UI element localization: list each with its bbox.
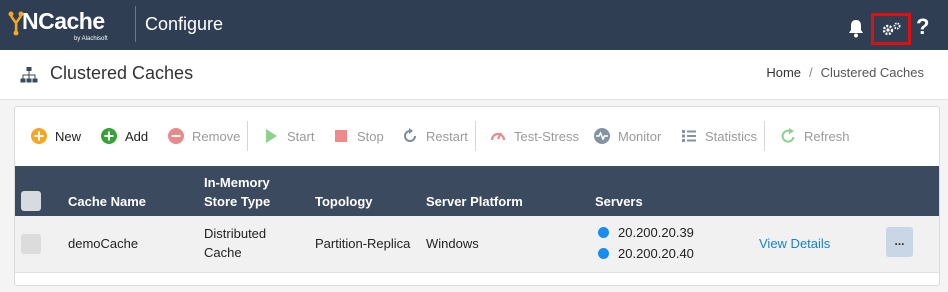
add-circle-icon (101, 128, 117, 144)
table-header: Cache Name In-Memory Store Type Topology… (15, 166, 939, 216)
plus-circle-icon (31, 128, 47, 144)
gauge-icon (490, 132, 506, 141)
stop-button[interactable]: Stop (333, 125, 384, 147)
monitor-button[interactable]: Monitor (594, 125, 661, 147)
start-button[interactable]: Start (263, 125, 314, 147)
play-icon (266, 129, 277, 143)
table-row[interactable]: demoCache Distributed Cache Partition-Re… (15, 216, 939, 273)
app-title: Configure (145, 14, 224, 34)
monitor-label: Monitor (618, 128, 662, 144)
restart-label: Restart (426, 128, 468, 144)
toolbar-separator (764, 121, 765, 151)
select-all-checkbox[interactable] (21, 191, 41, 211)
help-icon[interactable]: ? (916, 14, 929, 40)
column-header-cache-name[interactable]: Cache Name (68, 194, 146, 209)
server-platform-cell: Windows (426, 236, 479, 251)
gears-icon (882, 22, 901, 36)
start-label: Start (287, 128, 315, 144)
toolbar-separator (475, 121, 476, 151)
breadcrumb-separator: / (809, 65, 813, 80)
server-ip: 20.200.20.39 (618, 225, 694, 240)
toolbar: New Add Remove Start Stop Restart Test-S… (15, 107, 939, 165)
test-stress-label: Test-Stress (514, 128, 580, 144)
store-type-cell-line1: Distributed (204, 226, 267, 241)
refresh-button[interactable]: Refresh (780, 125, 850, 147)
ncache-logo[interactable]: NCache by Alachisoft (8, 6, 128, 44)
statistics-label: Statistics (705, 128, 758, 144)
page-title: Clustered Caches (50, 63, 194, 83)
column-header-topology[interactable]: Topology (315, 194, 373, 209)
notification-bell-icon[interactable] (847, 18, 865, 38)
topbar-divider (135, 6, 136, 42)
top-navbar: NCache by Alachisoft Configure ? (0, 0, 948, 50)
cache-name-cell: demoCache (68, 236, 139, 251)
add-label: Add (125, 128, 149, 144)
toolbar-separator (247, 121, 248, 151)
column-header-server-platform[interactable]: Server Platform (426, 194, 523, 209)
logo-subtext: by Alachisoft (74, 36, 108, 42)
column-header-store-type-line1[interactable]: In-Memory (204, 175, 270, 190)
new-label: New (55, 128, 82, 144)
restart-icon (404, 128, 416, 142)
server-ip: 20.200.20.40 (618, 246, 694, 261)
breadcrumb-home[interactable]: Home (766, 65, 801, 80)
test-stress-button[interactable]: Test-Stress (490, 125, 579, 147)
settings-button[interactable] (871, 13, 911, 45)
refresh-label: Refresh (804, 128, 850, 144)
statistics-button[interactable]: Statistics (681, 125, 757, 147)
stop-icon (335, 130, 347, 142)
view-details-link[interactable]: View Details (759, 236, 830, 251)
row-actions-button[interactable]: ... (886, 227, 913, 257)
sitemap-icon (20, 67, 38, 83)
remove-button[interactable]: Remove (168, 125, 240, 147)
column-header-store-type-line2[interactable]: Store Type (204, 194, 270, 209)
breadcrumb-current: Clustered Caches (820, 65, 924, 80)
remove-label: Remove (192, 128, 241, 144)
monitor-pulse-icon (594, 128, 610, 144)
server-status-dot-icon (598, 227, 609, 238)
breadcrumb: Home / Clustered Caches (766, 65, 924, 80)
refresh-icon (781, 128, 795, 143)
stop-label: Stop (357, 128, 384, 144)
minus-circle-icon (168, 128, 184, 144)
clustered-caches-panel: New Add Remove Start Stop Restart Test-S… (14, 106, 940, 286)
store-type-cell-line2: Cache (204, 245, 242, 260)
list-icon (682, 130, 696, 142)
new-button[interactable]: New (31, 125, 81, 147)
add-button[interactable]: Add (101, 125, 148, 147)
page-header: Clustered Caches Home / Clustered Caches (0, 50, 948, 100)
server-entry: 20.200.20.40 (598, 246, 694, 261)
server-entry: 20.200.20.39 (598, 225, 694, 240)
logo-text: NCache (22, 8, 105, 34)
restart-button[interactable]: Restart (402, 125, 468, 147)
server-status-dot-icon (598, 248, 609, 259)
row-checkbox[interactable] (21, 234, 41, 254)
topology-cell: Partition-Replica (315, 236, 411, 251)
column-header-servers[interactable]: Servers (595, 194, 643, 209)
